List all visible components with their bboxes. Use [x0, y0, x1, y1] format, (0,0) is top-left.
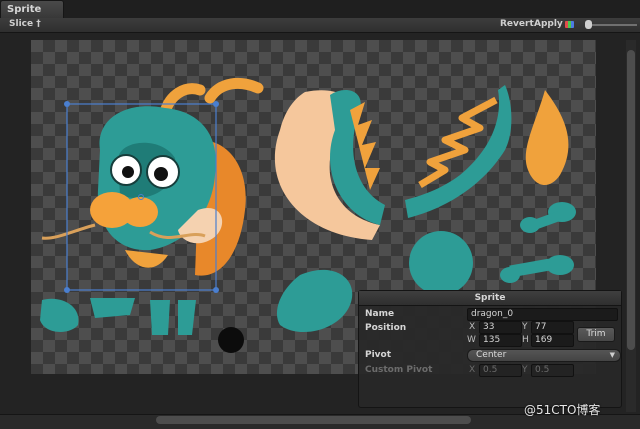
position-x-field[interactable]: 33: [479, 321, 522, 334]
y-axis-label: Y: [522, 322, 528, 332]
position-label: Position: [365, 323, 407, 333]
trim-button[interactable]: Trim: [577, 327, 615, 342]
horizontal-scroll-thumb[interactable]: [156, 416, 471, 424]
shadow-sprite: [218, 327, 244, 353]
belly-sprite: [409, 231, 473, 295]
dragon-tail-sprite: [405, 85, 512, 218]
pivot-label: Pivot: [365, 350, 392, 360]
custom-pivot-label: Custom Pivot: [365, 365, 433, 375]
custom-y-axis-label: Y: [522, 365, 528, 375]
chevron-down-icon: ▼: [609, 351, 615, 359]
position-w-field[interactable]: 135: [479, 334, 522, 347]
flame-sprite: [525, 90, 569, 186]
selection-handle: [64, 101, 70, 107]
position-y-field[interactable]: 77: [531, 321, 574, 334]
name-field[interactable]: dragon_0: [467, 308, 618, 321]
selection-handle: [213, 101, 219, 107]
feet-sprites: [40, 269, 353, 335]
vertical-scroll-thumb[interactable]: [627, 50, 635, 350]
position-h-field[interactable]: 169: [531, 334, 574, 347]
watermark: @51CTO博客: [524, 403, 601, 417]
custom-pivot-y-field: 0.5: [531, 364, 574, 377]
pivot-select[interactable]: Center ▼: [467, 349, 621, 362]
pivot-select-value: Center: [476, 350, 507, 360]
custom-pivot-x-field: 0.5: [479, 364, 522, 377]
panel-title: Sprite: [359, 291, 621, 306]
sprite-inspector-panel: Sprite Name dragon_0 Position X 33 Y 77 …: [358, 290, 622, 408]
selection-handle: [213, 287, 219, 293]
h-axis-label: H: [522, 335, 529, 345]
dragon-body-sprite: [274, 90, 385, 240]
small-limb-sprites: [500, 202, 576, 283]
dragon-head-sprite: [41, 77, 264, 276]
selection-handle: [64, 287, 70, 293]
name-label: Name: [365, 309, 395, 319]
w-axis-label: W: [467, 335, 476, 345]
custom-x-axis-label: X: [469, 365, 476, 375]
x-axis-label: X: [469, 322, 476, 332]
